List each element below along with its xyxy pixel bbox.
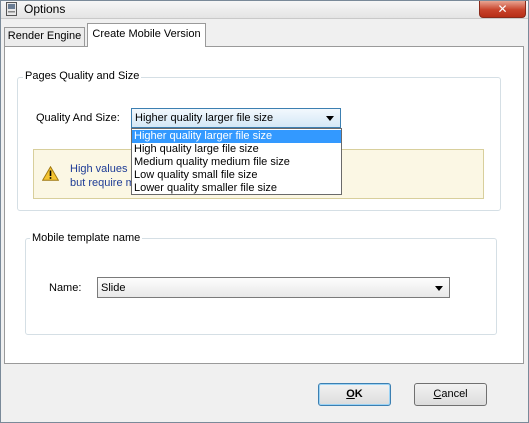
cancel-button[interactable]: Cancel <box>414 383 487 406</box>
quality-label: Quality And Size: <box>36 112 120 124</box>
group-legend: Pages Quality and Size <box>23 70 142 82</box>
options-dialog: Options ✕ Render Engine Create Mobile Ve… <box>0 0 529 423</box>
warning-icon <box>42 166 59 181</box>
dropdown-option[interactable]: Low quality small file size <box>132 169 341 182</box>
chevron-down-icon <box>435 286 443 291</box>
tab-render-engine[interactable]: Render Engine <box>4 27 85 46</box>
group-legend: Mobile template name <box>30 232 143 244</box>
dropdown-option[interactable]: Medium quality medium file size <box>132 156 341 169</box>
title-bar[interactable]: Options ✕ <box>1 1 528 19</box>
dropdown-option[interactable]: High quality large file size <box>132 143 341 156</box>
template-name-value: Slide <box>101 282 126 294</box>
ok-label: K <box>354 388 363 400</box>
warning-line: High values p <box>70 163 137 175</box>
app-icon <box>6 2 17 16</box>
tab-label: Create Mobile Version <box>92 28 201 40</box>
warning-line: but require m <box>70 177 135 189</box>
quality-select[interactable]: Higher quality larger file size <box>131 108 341 128</box>
name-label: Name: <box>49 282 82 294</box>
close-button[interactable]: ✕ <box>479 1 526 18</box>
dropdown-option[interactable]: Lower quality smaller file size <box>132 182 341 195</box>
tab-create-mobile-version[interactable]: Create Mobile Version <box>87 23 206 47</box>
template-name-select[interactable]: Slide <box>97 277 450 298</box>
tab-label: Render Engine <box>7 30 82 42</box>
ok-mnemonic: O <box>346 388 355 400</box>
cancel-label: ancel <box>441 388 468 400</box>
chevron-down-icon <box>326 116 334 121</box>
dropdown-option[interactable]: Higher quality larger file size <box>132 130 341 143</box>
ok-button[interactable]: OK <box>318 383 391 406</box>
close-icon: ✕ <box>497 2 508 16</box>
quality-dropdown-list[interactable]: Higher quality larger file size High qua… <box>131 128 342 195</box>
warning-text: High values p but require m <box>70 162 137 190</box>
quality-value: Higher quality larger file size <box>135 112 274 124</box>
window-title: Options <box>24 2 66 16</box>
